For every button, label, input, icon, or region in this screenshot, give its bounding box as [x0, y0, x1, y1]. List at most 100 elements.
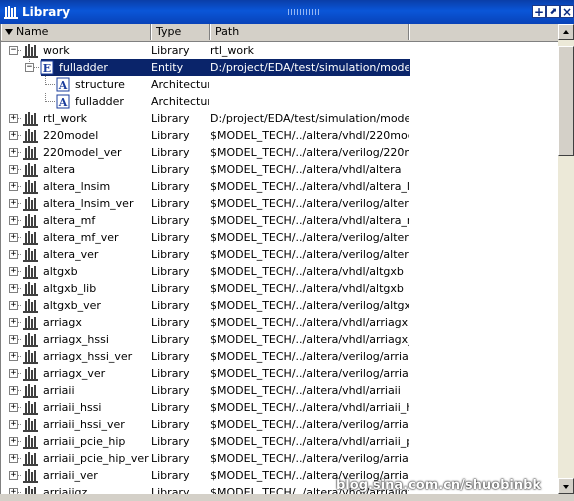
row-path: $MODEL_TECH/../altera/vhdl/altera_l... [210, 180, 409, 193]
row-path: $MODEL_TECH/../altera/vhdl/arriagx [210, 316, 409, 329]
tree-row[interactable]: + altera_mf Library $MODEL_TECH/../altera/v… [1, 212, 558, 229]
library-icon [23, 179, 39, 194]
column-type-label: Type [156, 25, 182, 38]
expand-icon[interactable]: + [9, 437, 18, 446]
expand-icon[interactable]: + [9, 182, 18, 191]
expand-icon[interactable]: + [9, 148, 18, 157]
undock-icon[interactable]: ⬈ [546, 5, 560, 18]
library-icon [23, 111, 39, 126]
library-icon [23, 315, 39, 330]
tree-row[interactable]: + altgxb_ver Library $MODEL_TECH/../altera/… [1, 297, 558, 314]
row-name: arriaii_ver [43, 469, 98, 482]
tree-row[interactable]: − work Library rtl_work [1, 42, 558, 59]
column-empty-header [409, 24, 558, 40]
expand-icon[interactable]: + [9, 471, 18, 480]
expand-icon[interactable]: + [9, 131, 18, 140]
row-path: $MODEL_TECH/../altera/vhdl/altgxb [210, 265, 404, 278]
row-type: Library [151, 282, 190, 295]
library-icon [23, 417, 39, 432]
collapse-icon[interactable]: − [9, 46, 18, 55]
library-icon [23, 281, 39, 296]
tree-row[interactable]: + arriaii_hssi_ver Library $MODEL_TECH/../a… [1, 416, 558, 433]
tree-row[interactable]: +220model_ver Library $MODEL_TECH/../alter… [1, 144, 558, 161]
row-type: Library [151, 401, 190, 414]
tree-row[interactable]: + arriagx_hssi Library $MODEL_TECH/../alter… [1, 331, 558, 348]
library-icon [23, 383, 39, 398]
tree-row[interactable]: + altera_ver Library $MODEL_TECH/../altera/… [1, 246, 558, 263]
tree-row[interactable]: + altgxb_lib Library $MODEL_TECH/../altera/… [1, 280, 558, 297]
row-name: rtl_work [43, 112, 88, 125]
tree-row[interactable]: + altera Library $MODEL_TECH/../altera/vhdl… [1, 161, 558, 178]
close-icon[interactable]: × [560, 5, 574, 18]
row-path: $MODEL_TECH/../altera/verilog/altera... [210, 197, 409, 210]
column-name-header[interactable]: Name [1, 24, 151, 40]
column-path-header[interactable]: Path [210, 24, 409, 40]
scroll-down-button[interactable] [558, 478, 574, 494]
row-type: Library [151, 146, 190, 159]
collapse-icon[interactable]: − [25, 63, 34, 72]
add-icon[interactable]: + [532, 5, 546, 18]
tree-row[interactable]: Afulladder Architecture [1, 93, 558, 110]
library-icon [23, 145, 39, 160]
tree-row[interactable]: + altera_lnsim Library $MODEL_TECH/../alter… [1, 178, 558, 195]
row-type: Library [151, 214, 190, 227]
tree-row[interactable]: Astructure Architecture [1, 76, 558, 93]
row-path: $MODEL_TECH/../altera/vhdl/altera [210, 163, 402, 176]
expand-icon[interactable]: + [9, 454, 18, 463]
tree-row[interactable]: + arriaii_hssi Library $MODEL_TECH/../alter… [1, 399, 558, 416]
expand-icon[interactable]: + [9, 216, 18, 225]
row-path: $MODEL_TECH/../altera/vhdl/arriagx_... [210, 333, 409, 346]
expand-icon[interactable]: + [9, 165, 18, 174]
svg-text:A: A [58, 79, 68, 92]
row-path: $MODEL_TECH/../altera/verilog/arriaii... [210, 418, 409, 431]
window-title: Library [22, 5, 71, 19]
library-icon [23, 213, 39, 228]
row-path: $MODEL_TECH/../altera/vhdl/altera_mf [210, 214, 409, 227]
tree-row[interactable]: + altera_lnsim_ver Library $MODEL_TECH/../a… [1, 195, 558, 212]
column-header: Name Type Path [1, 24, 558, 42]
row-type: Library [151, 112, 190, 125]
expand-icon[interactable]: + [9, 369, 18, 378]
expand-icon[interactable]: + [9, 284, 18, 293]
expand-icon[interactable]: + [9, 199, 18, 208]
tree-row[interactable]: + arriaii_pcie_hip Library $MODEL_TECH/../a… [1, 433, 558, 450]
drag-grip[interactable] [288, 9, 320, 15]
arrow-down-icon [563, 485, 569, 489]
tree-row[interactable]: + arriaii Library $MODEL_TECH/../altera/vhd… [1, 382, 558, 399]
row-name: arriaii_hssi [43, 401, 102, 414]
expand-icon[interactable]: + [9, 352, 18, 361]
expand-icon[interactable]: + [9, 301, 18, 310]
tree-row[interactable]: + arriaii_pcie_hip_ver Library $MODEL_TECH/… [1, 450, 558, 467]
row-name: work [43, 44, 70, 57]
library-panel: Name Type Path − work Library rtl_work − Eful… [0, 24, 558, 494]
vertical-scrollbar[interactable] [558, 24, 574, 494]
expand-icon[interactable]: + [9, 386, 18, 395]
library-icon [23, 43, 39, 58]
tree-row[interactable]: + arriagx Library $MODEL_TECH/../altera/vhd… [1, 314, 558, 331]
tree-row[interactable]: + arriagx_ver Library $MODEL_TECH/../altera… [1, 365, 558, 382]
expand-icon[interactable]: + [9, 114, 18, 123]
scroll-thumb[interactable] [558, 46, 574, 156]
column-name-label: Name [16, 25, 49, 38]
expand-icon[interactable]: + [9, 335, 18, 344]
tree-row[interactable]: +220model Library $MODEL_TECH/../altera/vh… [1, 127, 558, 144]
tree-row[interactable]: − Efulladder Entity D:/project/EDA/test/sim… [1, 59, 558, 76]
row-name: arriaii_pcie_hip_ver [43, 452, 149, 465]
tree-row[interactable]: + altera_mf_ver Library $MODEL_TECH/../alte… [1, 229, 558, 246]
row-name: arriaii_pcie_hip [43, 435, 126, 448]
expand-icon[interactable]: + [9, 233, 18, 242]
tree-row[interactable]: + rtl_work Library D:/project/EDA/test/simu… [1, 110, 558, 127]
tree-row[interactable]: + altgxb Library $MODEL_TECH/../altera/vhdl… [1, 263, 558, 280]
architecture-icon: A [55, 94, 71, 109]
expand-icon[interactable]: + [9, 318, 18, 327]
expand-icon[interactable]: + [9, 250, 18, 259]
tree-row[interactable]: + arriagx_hssi_ver Library $MODEL_TECH/../a… [1, 348, 558, 365]
row-path: $MODEL_TECH/../altera/verilog/220m... [210, 146, 409, 159]
expand-icon[interactable]: + [9, 403, 18, 412]
column-type-header[interactable]: Type [151, 24, 210, 40]
expand-icon[interactable]: + [9, 420, 18, 429]
library-icon [23, 485, 39, 494]
scroll-up-button[interactable] [558, 24, 574, 40]
expand-icon[interactable]: + [9, 267, 18, 276]
row-path: $MODEL_TECH/../altera/verilog/arriaii... [210, 452, 409, 465]
